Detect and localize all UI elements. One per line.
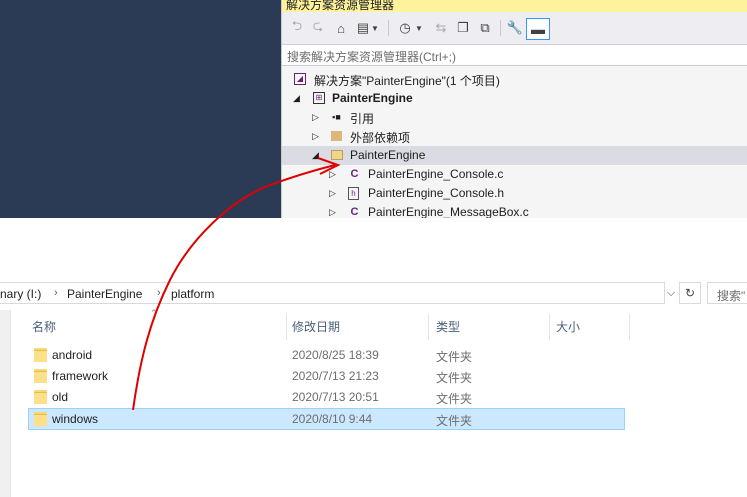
explorer-search-input[interactable]: 搜索"	[707, 282, 747, 304]
panel-toolbar: ⮌ ⮎ ⌂ ▤ ▼ ◷ ▼ ⇆ ❐ ⧉ 🔧 ▬	[282, 12, 747, 45]
folder-icon	[34, 390, 47, 404]
sync-icon[interactable]: ⇆	[432, 19, 450, 37]
file-date: 2020/7/13 20:51	[292, 390, 379, 404]
address-bar[interactable]: nary (I:) › PainterEngine › platform	[0, 282, 665, 304]
folder-label: PainterEngine	[350, 148, 426, 162]
column-header-name[interactable]: 名称	[32, 318, 56, 335]
folder-filter-icon	[331, 150, 343, 160]
column-divider[interactable]	[428, 314, 429, 340]
project-label: PainterEngine	[332, 91, 413, 105]
file-date: 2020/7/13 21:23	[292, 369, 379, 383]
breadcrumb-drive[interactable]: nary (I:)	[0, 287, 41, 301]
breadcrumb-painterengine[interactable]: PainterEngine	[67, 287, 142, 301]
tree-item-solution[interactable]: ◢ 解决方案"PainterEngine"(1 个项目)	[282, 70, 747, 89]
back-icon[interactable]: ⮌	[288, 18, 306, 37]
solution-explorer-panel: 解决方案资源管理器 ⮌ ⮎ ⌂ ▤ ▼ ◷ ▼ ⇆ ❐ ⧉ 🔧 ▬ 搜索解决方案…	[281, 0, 747, 218]
refresh-icon[interactable]: ↻	[679, 282, 701, 304]
dropdown-icon[interactable]: ▼	[414, 19, 424, 37]
file-date: 2020/8/10 9:44	[292, 412, 373, 426]
file-name: old	[52, 390, 69, 404]
panel-title-bar: 解决方案资源管理器	[282, 0, 747, 12]
toolbar-separator	[388, 20, 389, 36]
file-row[interactable]: old 2020/7/13 20:51 文件夹	[28, 387, 625, 407]
collapse-all-icon[interactable]: ❐	[454, 19, 472, 37]
show-all-files-icon[interactable]: ⧉	[476, 19, 494, 37]
references-label: 引用	[350, 112, 375, 126]
breadcrumb-platform[interactable]: platform	[171, 287, 214, 301]
file-name: framework	[52, 369, 109, 383]
column-header-size[interactable]: 大小	[556, 318, 580, 335]
collapsed-arrow-icon[interactable]: ▷	[329, 189, 336, 198]
column-header-date[interactable]: 修改日期	[292, 318, 340, 335]
file-label: PainterEngine_Console.c	[368, 167, 504, 181]
tree-item-references[interactable]: ▷ ▪■ 引用	[282, 108, 747, 127]
collapsed-arrow-icon[interactable]: ▷	[329, 208, 336, 217]
file-row[interactable]: android 2020/8/25 18:39 文件夹	[28, 345, 625, 365]
tree-item-file[interactable]: ▷ C PainterEngine_Console.c	[282, 165, 747, 184]
background-window	[0, 0, 281, 218]
collapsed-arrow-icon[interactable]: ▷	[312, 113, 319, 122]
h-file-icon: h	[348, 187, 359, 200]
address-history-dropdown-icon[interactable]: ⌵	[663, 284, 679, 302]
file-row[interactable]: framework 2020/7/13 21:23 文件夹	[28, 366, 625, 386]
tree-item-file[interactable]: ▷ C PainterEngine_MessageBox.c	[282, 203, 747, 218]
navigation-pane[interactable]	[0, 310, 11, 497]
breadcrumb-chevron-icon[interactable]: ›	[54, 287, 58, 299]
expanded-arrow-icon[interactable]: ◢	[293, 94, 300, 103]
dropdown-icon[interactable]: ▼	[370, 19, 380, 37]
tree-item-file[interactable]: ▷ h PainterEngine_Console.h	[282, 184, 747, 203]
tree-item-project[interactable]: ◢ ⊞ PainterEngine	[282, 89, 747, 108]
breadcrumb-chevron-icon[interactable]: ›	[157, 287, 161, 299]
forward-icon[interactable]: ⮎	[309, 18, 327, 37]
collapsed-arrow-icon[interactable]: ▷	[329, 170, 336, 179]
pending-changes-icon[interactable]: ◷	[396, 19, 414, 37]
references-icon: ▪■	[332, 112, 341, 122]
c-file-icon: C	[350, 206, 359, 218]
collapsed-arrow-icon[interactable]: ▷	[312, 132, 319, 141]
panel-title: 解决方案资源管理器	[286, 0, 395, 12]
file-type: 文件夹	[436, 350, 473, 364]
file-type: 文件夹	[436, 414, 473, 428]
toolbar-separator	[500, 20, 501, 36]
search-placeholder: 搜索解决方案资源管理器(Ctrl+;)	[287, 50, 456, 64]
file-type: 文件夹	[436, 392, 473, 406]
file-label: PainterEngine_MessageBox.c	[368, 205, 529, 218]
solution-search-input[interactable]: 搜索解决方案资源管理器(Ctrl+;)	[282, 45, 747, 66]
folder-icon	[34, 369, 47, 383]
column-divider[interactable]	[549, 314, 550, 340]
tree-item-folder[interactable]: ◢ PainterEngine	[282, 146, 747, 165]
project-icon: ⊞	[313, 92, 325, 104]
column-divider[interactable]	[629, 314, 630, 340]
preview-icon[interactable]: ▬	[526, 18, 550, 40]
c-file-icon: C	[350, 168, 359, 180]
file-type: 文件夹	[436, 371, 473, 385]
external-deps-icon	[331, 131, 342, 141]
file-date: 2020/8/25 18:39	[292, 348, 379, 362]
properties-icon[interactable]: 🔧	[506, 19, 524, 37]
expanded-arrow-icon[interactable]: ◢	[312, 151, 319, 160]
folder-icon	[34, 412, 47, 426]
tree-item-external-deps[interactable]: ▷ 外部依赖项	[282, 127, 747, 146]
search-placeholder: 搜索"	[717, 289, 746, 303]
file-name: windows	[52, 412, 99, 426]
folder-icon	[34, 348, 47, 362]
external-deps-label: 外部依赖项	[350, 131, 411, 145]
home-icon[interactable]: ⌂	[332, 19, 350, 37]
column-header-type[interactable]: 类型	[436, 318, 460, 335]
solution-label: 解决方案"PainterEngine"(1 个项目)	[314, 74, 500, 88]
sort-ascending-icon: ⌃	[150, 308, 158, 318]
file-name: android	[52, 348, 93, 362]
column-divider[interactable]	[286, 314, 287, 340]
solution-icon: ◢	[294, 73, 306, 85]
file-row-selected[interactable]: windows 2020/8/10 9:44 文件夹	[28, 408, 625, 430]
file-label: PainterEngine_Console.h	[368, 186, 505, 200]
